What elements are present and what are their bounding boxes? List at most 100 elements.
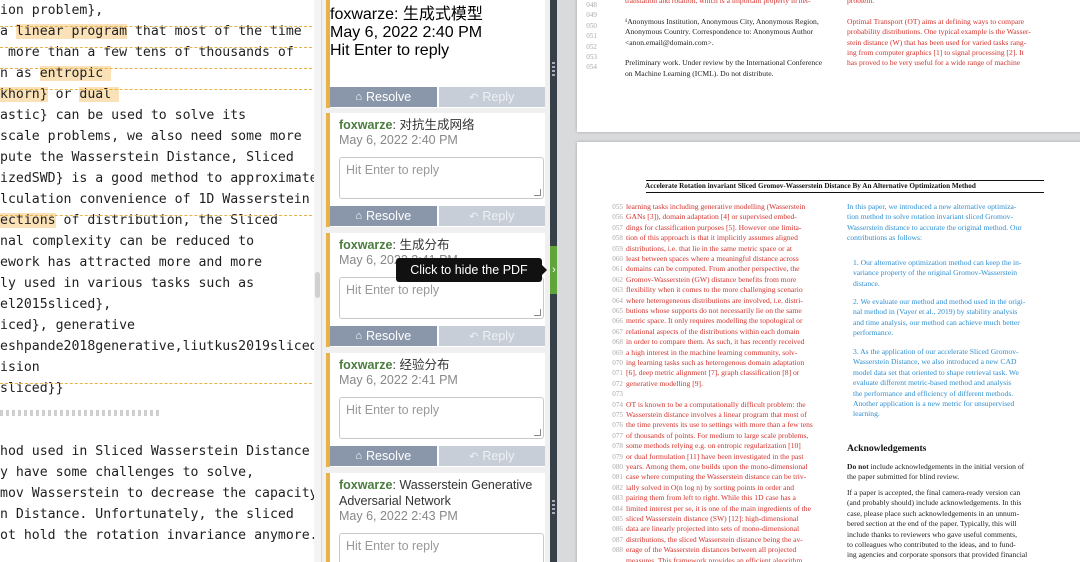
code-line[interactable]: ly used in various tasks such as	[0, 273, 254, 294]
resolve-button[interactable]: ⌂ Resolve	[330, 446, 437, 466]
line-number: 056	[612, 213, 623, 222]
pdf-text-line: domains can be computed. From another pe…	[626, 264, 800, 274]
pdf-text-line: translation and rotation, which is a imp…	[625, 0, 811, 5]
tooltip: Click to hide the PDF	[396, 258, 547, 282]
scrollbar-thumb[interactable]	[315, 272, 320, 298]
pdf-text-line: tion method to solve rotation invariant …	[847, 212, 1013, 222]
pdf-text-line: learning tasks including generative mode…	[626, 202, 806, 211]
code-line[interactable]: sliced}}	[0, 378, 64, 399]
pdf-text-line: some methods relying e.g. on entropic re…	[626, 441, 801, 451]
fold-marker	[0, 410, 162, 416]
line-number: 086	[612, 525, 623, 534]
code-line[interactable]: mov Wasserstein to decrease the capacity	[0, 483, 318, 504]
pdf-text-line: in order to compare them. As such, it ha…	[626, 337, 805, 347]
code-line[interactable]: izedSWD} is a good method to approximate	[0, 168, 318, 189]
inbox-icon: ⌂	[355, 330, 362, 342]
code-line[interactable]: khorn} or dual	[0, 84, 120, 105]
resolve-button[interactable]: ⌂ Resolve	[330, 326, 437, 346]
pdf-text-line: or dual formulation [11] have been inves…	[626, 451, 804, 461]
line-number: 079	[612, 452, 623, 461]
pdf-text-line: 3. As the application of our accelerate …	[853, 347, 1019, 356]
line-number: 087	[612, 535, 623, 544]
editor-scrollbar[interactable]	[314, 0, 321, 562]
tracked-change-border	[0, 26, 321, 27]
pdf-text-line: tion of this approach is that it implici…	[626, 233, 798, 243]
pdf-page-2: Accelerate Rotation invariant Sliced Gro…	[577, 142, 1080, 562]
resolve-button[interactable]: ⌂ Resolve	[330, 206, 437, 226]
code-editor[interactable]: ion problem}, a linear program that most …	[0, 0, 322, 562]
comment-card: foxwarze: 对抗生成网络 May 6, 2022 2:40 PM Hit…	[326, 113, 545, 227]
pdf-text-line: (and probably should) include acknowledg…	[847, 498, 1022, 508]
code-line[interactable]: pute the Wasserstein Distance, Sliced	[0, 147, 294, 168]
pdf-text-line: limited interest per se, it is one of th…	[626, 503, 811, 513]
code-line[interactable]: el2015sliced},	[0, 294, 111, 315]
pdf-text-line: If a paper is accepted, the final camera…	[847, 488, 1021, 497]
tracked-change-border	[0, 68, 321, 69]
pdf-text-line: where heterogeneous distributions are in…	[626, 295, 803, 305]
code-line[interactable]: ework has attracted more and more	[0, 252, 262, 273]
comment-author: foxwarze	[339, 118, 393, 132]
reply-input[interactable]: Hit Enter to reply	[339, 533, 544, 562]
code-line[interactable]: a linear program that most of the time	[0, 21, 302, 42]
line-number: 082	[612, 483, 623, 492]
line-number: 052	[586, 42, 597, 51]
line-number: 084	[612, 504, 623, 513]
line-number: 077	[612, 431, 623, 440]
code-line[interactable]: eshpande2018generative,liutkus2019sliced	[0, 336, 318, 357]
reply-button[interactable]: ↶ Reply	[438, 326, 545, 346]
code-line[interactable]: ections of distribution, the Sliced	[0, 210, 278, 231]
pdf-text-line: Wasserstein Distance, we also introduced…	[853, 357, 1017, 367]
pdf-text-line: case where computing the Wasserstein dis…	[626, 472, 807, 482]
code-line[interactable]: iced}, generative	[0, 315, 135, 336]
comment-text: 生成分布	[399, 238, 450, 252]
pdf-text-line: ially solved in O(n log n) by sorting po…	[626, 482, 795, 492]
code-line[interactable]: ot hold the rotation invariance anymore.	[0, 525, 318, 546]
pdf-viewer[interactable]: 048 049 050 051 052 053 054 translation and rot…	[557, 0, 1080, 562]
code-line[interactable]: ion problem},	[0, 0, 103, 21]
reply-button[interactable]: ↶ Reply	[438, 446, 545, 466]
line-number: 072	[612, 379, 623, 388]
pdf-text-line: distance.	[853, 278, 880, 288]
pdf-text-line: and time analysis, our method can achiev…	[853, 317, 1020, 327]
pdf-text-line: metric space. It only requires modelling…	[626, 316, 803, 326]
pdf-text-line: pairing them from left to right. While t…	[626, 493, 796, 503]
pdf-page-1: 048 049 050 051 052 053 054 translation and rot…	[577, 0, 1080, 132]
code-line[interactable]: n as entropic	[0, 63, 112, 84]
drag-handle-icon[interactable]	[552, 62, 555, 78]
code-line[interactable]: ision	[0, 357, 40, 378]
reply-input[interactable]: Hit Enter to reply	[339, 397, 544, 439]
code-line[interactable]: y have some challenges to solve,	[0, 462, 254, 483]
pdf-text-line: ing learning tasks such as heterogenous …	[626, 358, 805, 367]
title-rule	[646, 180, 1044, 181]
reply-input[interactable]: Hit Enter to reply	[339, 157, 544, 199]
line-number: 057	[612, 223, 623, 232]
code-line[interactable]: lculation convenience of 1D Wasserstein	[0, 189, 310, 210]
reply-input[interactable]: Hit Enter to reply	[339, 277, 544, 319]
pdf-text-line: measures. This framework provides an eff…	[626, 555, 803, 562]
drag-handle-icon[interactable]	[552, 500, 555, 516]
reply-button[interactable]: ↶ Reply	[438, 206, 545, 226]
code-line[interactable]: more than a few tens of thousands of	[0, 42, 294, 63]
pdf-text-line: model data set that oriented to shape re…	[853, 367, 1019, 377]
code-line[interactable]: hod used in Sliced Wasserstein Distance	[0, 441, 310, 462]
line-number: 049	[586, 11, 597, 20]
code-line[interactable]: scale problems, we also need some more	[0, 126, 302, 147]
pdf-text-line: dings for classification purposes [5]. H…	[626, 222, 802, 232]
reply-button[interactable]: ↶ Reply	[438, 87, 545, 107]
chevron-right-icon: ›	[552, 264, 556, 276]
line-number: 076	[612, 421, 623, 430]
resolve-button[interactable]: ⌂ Resolve	[330, 87, 437, 107]
pdf-text-line: Preliminary work. Under review by the In…	[625, 58, 822, 68]
pdf-text-line: ing agencies and corporate sponsors that…	[847, 550, 1028, 560]
pdf-text-line: to colleagues who contributed to the ide…	[847, 540, 1016, 549]
reply-input[interactable]: Hit Enter to reply	[330, 42, 545, 60]
code-line[interactable]: nal complexity can be reduced to	[0, 231, 254, 252]
pdf-text-line: evaluate different metric-based method a…	[853, 378, 1012, 388]
line-number: 066	[612, 317, 623, 326]
line-number: 059	[612, 244, 623, 253]
pdf-text-line: the time prevents its use to settings wi…	[626, 420, 813, 430]
pdf-text-line: case, please place such acknowledgements…	[847, 508, 1020, 518]
code-line[interactable]: n Distance. Unfortunately, the sliced	[0, 504, 294, 525]
paper-title: Accelerate Rotation invariant Sliced Gro…	[645, 182, 976, 190]
code-line[interactable]: astic} can be used to solve its	[0, 105, 246, 126]
